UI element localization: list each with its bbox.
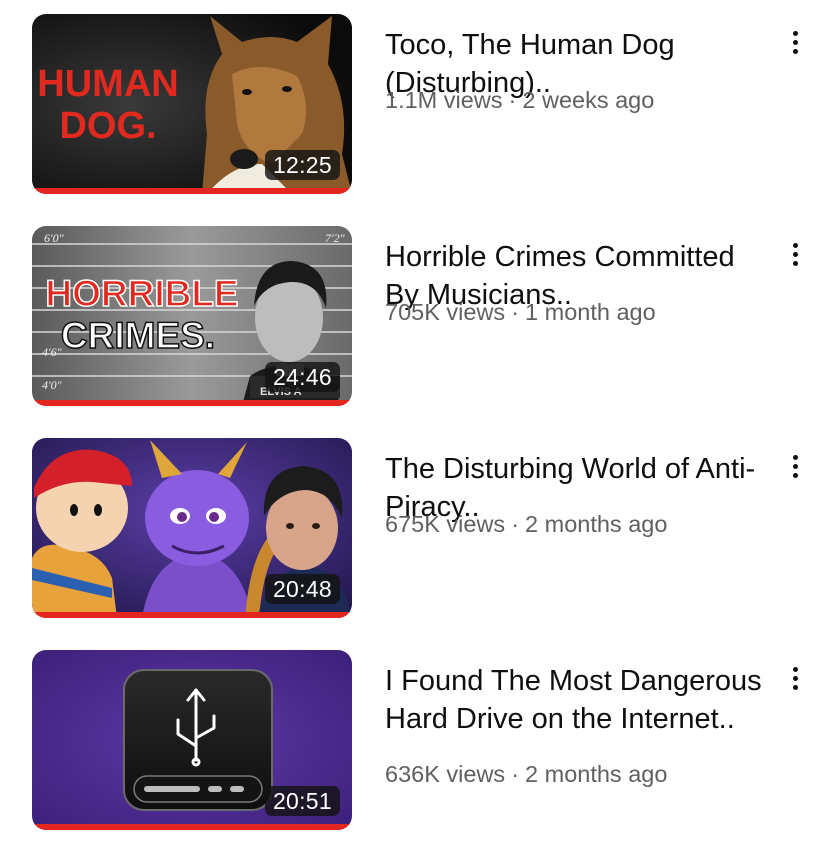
- upload-age: 2 months ago: [525, 761, 668, 787]
- video-item[interactable]: HUMAN DOG. 12:25 Toco, The Human Dog (Di…: [0, 14, 827, 196]
- video-thumbnail[interactable]: 20:51: [32, 650, 352, 830]
- video-thumbnail[interactable]: HUMAN DOG. 12:25: [32, 14, 352, 194]
- video-list: HUMAN DOG. 12:25 Toco, The Human Dog (Di…: [0, 0, 827, 842]
- video-meta: 705K views · 1 month ago: [385, 298, 765, 326]
- video-thumbnail[interactable]: 6'0" 4'6" 4'0" 7'2" ELVIS A HORRIBLE CRI…: [32, 226, 352, 406]
- watch-progress-bar: [32, 612, 352, 618]
- meta-separator: ·: [508, 87, 517, 113]
- view-count: 1.1M views: [385, 87, 503, 113]
- watch-progress-bar: [32, 188, 352, 194]
- more-vert-icon[interactable]: [784, 658, 808, 698]
- upload-age: 2 months ago: [525, 511, 668, 537]
- meta-separator: ·: [511, 299, 520, 325]
- video-meta: 1.1M views · 2 weeks ago: [385, 86, 765, 114]
- video-title[interactable]: I Found The Most Dangerous Hard Drive on…: [385, 662, 765, 738]
- video-item[interactable]: 6'0" 4'6" 4'0" 7'2" ELVIS A HORRIBLE CRI…: [0, 226, 827, 408]
- duration-badge: 20:51: [264, 786, 340, 816]
- thumb-text-line: CRIMES.: [61, 315, 215, 356]
- video-meta: 675K views · 2 months ago: [385, 510, 765, 538]
- meta-separator: ·: [511, 761, 520, 787]
- upload-age: 2 weeks ago: [522, 87, 655, 113]
- thumb-text-line: HUMAN: [37, 63, 178, 105]
- upload-age: 1 month ago: [525, 299, 656, 325]
- meta-separator: ·: [511, 511, 520, 537]
- view-count: 675K views: [385, 511, 506, 537]
- more-vert-icon[interactable]: [784, 446, 808, 486]
- more-vert-icon[interactable]: [784, 22, 808, 62]
- video-meta: 636K views · 2 months ago: [385, 760, 765, 788]
- more-vert-icon[interactable]: [784, 234, 808, 274]
- duration-badge: 24:46: [264, 362, 340, 392]
- view-count: 705K views: [385, 299, 506, 325]
- duration-badge: 12:25: [264, 150, 340, 180]
- video-item[interactable]: 20:48 The Disturbing World of Anti-Pirac…: [0, 438, 827, 620]
- video-thumbnail[interactable]: 20:48: [32, 438, 352, 618]
- view-count: 636K views: [385, 761, 506, 787]
- duration-badge: 20:48: [264, 574, 340, 604]
- video-item[interactable]: 20:51 I Found The Most Dangerous Hard Dr…: [0, 650, 827, 832]
- watch-progress-bar: [32, 400, 352, 406]
- thumb-text-line: DOG.: [59, 105, 156, 147]
- thumb-text-line: HORRIBLE: [45, 273, 238, 314]
- watch-progress-bar: [32, 824, 352, 830]
